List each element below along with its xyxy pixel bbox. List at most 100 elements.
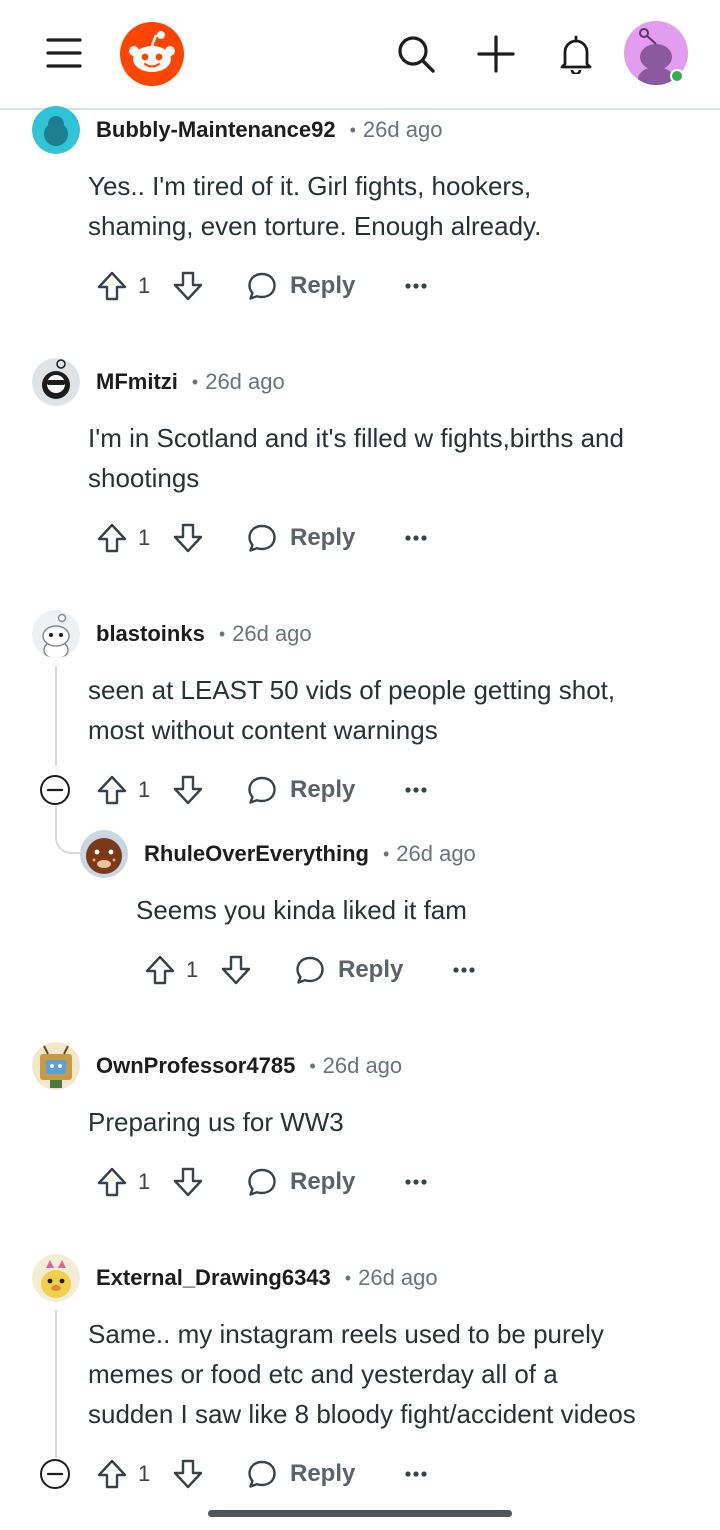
comment-body: seen at LEAST 50 vids of people getting … [88,670,615,750]
downvote-icon[interactable] [172,1162,204,1202]
reply-button[interactable]: Reply [246,266,355,306]
upvote-icon[interactable] [96,518,128,558]
reply-label: Reply [290,1460,356,1487]
vote-count: 1 [138,1169,151,1194]
comment-actions: 1 Reply [96,1162,456,1202]
upvote-icon[interactable] [144,950,176,990]
downvote-icon[interactable] [172,266,204,306]
separator-dot: • [382,843,390,864]
avatar[interactable] [32,1254,80,1302]
timestamp: 26d ago [322,1053,403,1078]
username[interactable]: Bubbly-Maintenance92 [96,117,336,143]
separator-dot: • [191,371,199,392]
comment-meta: Bubbly-Maintenance92 • 26d ago [96,115,442,145]
upvote-icon[interactable] [96,266,128,306]
downvote-icon[interactable] [220,950,252,990]
separator-dot: • [349,119,356,140]
comment-line: memes or food etc and yesterday all of a [88,1359,558,1389]
comment-meta: OwnProfessor4785 • 26d ago [96,1051,402,1081]
comment-line: Seems you kinda liked it fam [136,895,467,925]
downvote-icon[interactable] [172,770,204,810]
username[interactable]: MFmitzi [96,369,178,395]
more-options-icon[interactable] [404,266,432,306]
collapse-thread-icon[interactable] [39,1458,71,1490]
reply-button[interactable]: Reply [294,950,403,990]
top-app-bar [0,0,720,110]
avatar[interactable] [32,106,80,154]
avatar[interactable] [32,358,80,406]
comment-actions: 1 Reply [96,1454,456,1494]
bell-icon[interactable] [552,30,600,78]
vote-count: 1 [186,957,199,982]
comment-body: Yes.. I'm tired of it. Girl fights, hook… [88,166,541,246]
more-options-icon[interactable] [404,770,432,810]
username[interactable]: RhuleOverEverything [144,841,369,867]
home-indicator[interactable] [208,1510,512,1517]
timestamp: 26d ago [396,841,476,866]
reply-button[interactable]: Reply [246,1454,355,1494]
comment-line: most without content warnings [88,715,438,745]
comment-bubble-icon [296,956,324,984]
comment-bubble-icon [248,524,276,552]
comment-actions: 1 Reply [144,950,504,990]
username[interactable]: External_Drawing6343 [96,1265,331,1291]
comment-line: I'm in Scotland and it's filled w fights… [88,423,624,453]
vote-count: 1 [138,777,151,802]
comment-actions: 1 Reply [96,770,456,810]
more-options-icon[interactable] [404,1162,432,1202]
comment-meta: MFmitzi • 26d ago [96,367,285,397]
comment-body: Same.. my instagram reels used to be pur… [88,1314,636,1434]
comment-body: I'm in Scotland and it's filled w fights… [88,418,624,498]
downvote-icon[interactable] [172,518,204,558]
comment-meta: External_Drawing6343 • 26d ago [96,1263,438,1293]
vote-count: 1 [138,273,151,298]
more-options-icon[interactable] [404,1454,432,1494]
avatar[interactable] [32,610,80,658]
plus-icon[interactable] [472,30,520,78]
more-options-icon[interactable] [404,518,432,558]
vote-count: 1 [138,525,151,550]
comment-actions: 1 Reply [96,266,456,306]
upvote-icon[interactable] [96,1162,128,1202]
collapse-thread-icon[interactable] [39,774,71,806]
comment-line: shaming, even torture. Enough already. [88,211,542,241]
search-icon[interactable] [392,30,440,78]
downvote-icon[interactable] [172,1454,204,1494]
timestamp: 26d ago [362,117,443,142]
reply-label: Reply [290,776,356,803]
separator-dot: • [309,1055,316,1076]
reply-button[interactable]: Reply [246,1162,355,1202]
separator-dot: • [218,623,226,644]
vote-count: 1 [138,1461,151,1486]
thread-line [55,1310,57,1458]
comment-meta: blastoinks • 26d ago [96,619,312,649]
comment-line: sudden I saw like 8 bloody fight/acciden… [88,1399,636,1429]
thread-line [55,666,57,766]
reply-label: Reply [338,956,404,983]
reddit-logo-icon[interactable] [120,22,184,86]
comment-actions: 1 Reply [96,518,456,558]
username[interactable]: OwnProfessor4785 [96,1053,295,1079]
reply-button[interactable]: Reply [246,770,355,810]
timestamp: 26d ago [232,621,312,646]
more-options-icon[interactable] [452,950,480,990]
upvote-icon[interactable] [96,770,128,810]
timestamp: 26d ago [205,369,285,394]
comment-line: seen at LEAST 50 vids of people getting … [88,675,616,705]
comment-meta: RhuleOverEverything • 26d ago [144,839,476,869]
upvote-icon[interactable] [96,1454,128,1494]
comment-bubble-icon [248,272,276,300]
avatar[interactable] [80,830,128,878]
username[interactable]: blastoinks [96,621,205,647]
comment-bubble-icon [248,1460,276,1488]
comment-body: Preparing us for WW3 [88,1102,344,1142]
timestamp: 26d ago [358,1265,438,1290]
comment-line: Yes.. I'm tired of it. Girl fights, hook… [88,171,532,201]
reply-button[interactable]: Reply [246,518,355,558]
comment-body: Seems you kinda liked it fam [136,890,467,930]
online-status-indicator [670,69,684,83]
hamburger-menu-icon[interactable] [40,32,88,74]
avatar[interactable] [32,1042,80,1090]
separator-dot: • [344,1267,352,1288]
comment-bubble-icon [248,1168,276,1196]
